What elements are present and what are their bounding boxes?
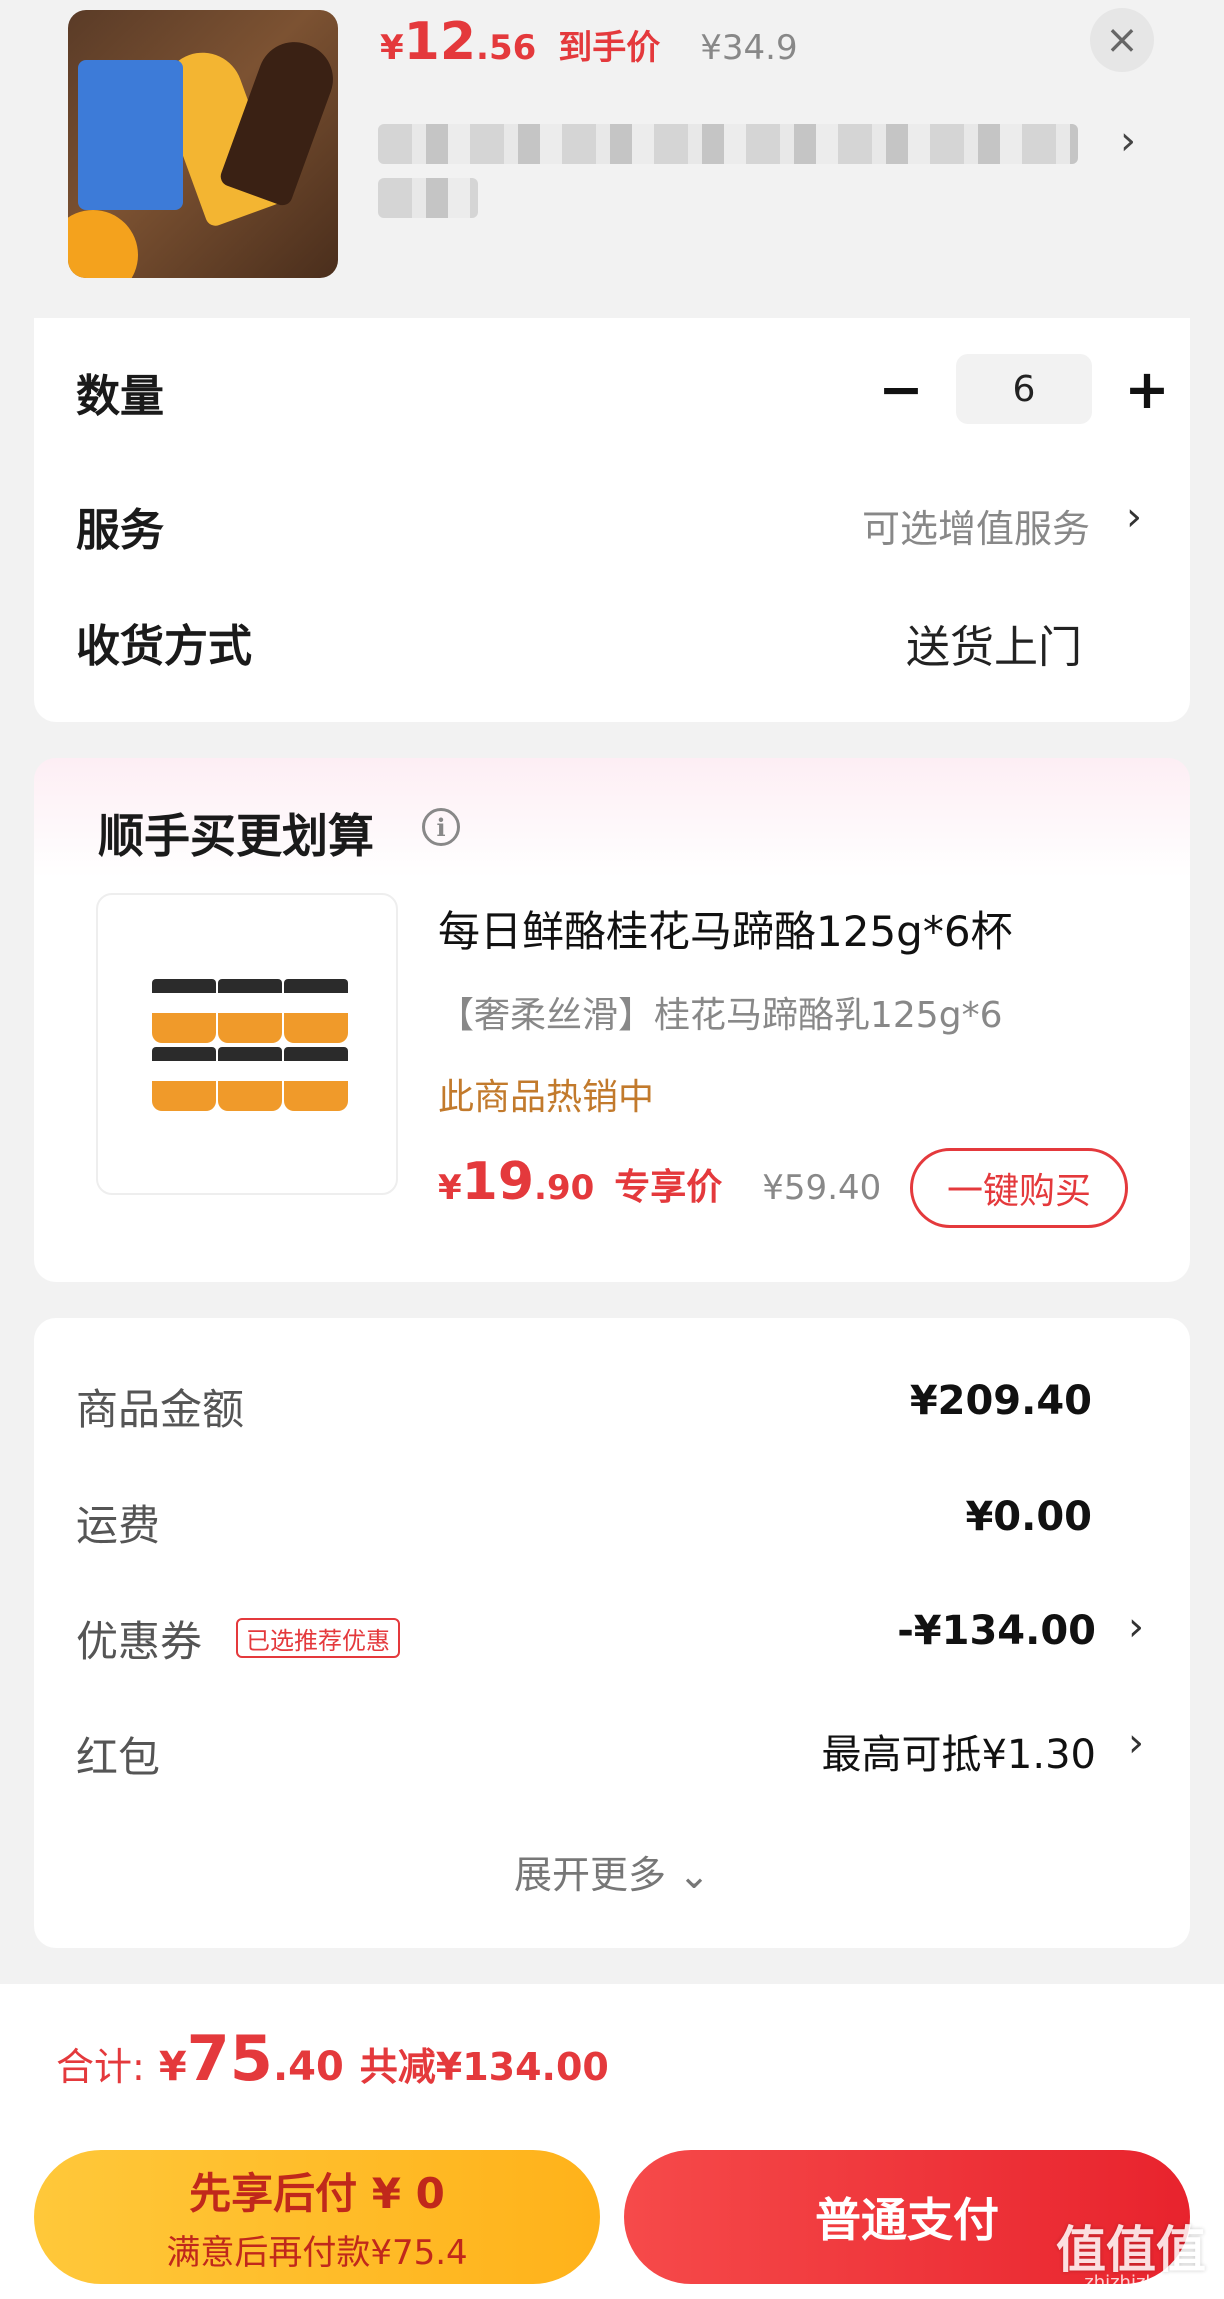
yogurt-cup bbox=[152, 979, 216, 1043]
goods-amount-label: 商品金额 bbox=[76, 1385, 245, 1434]
coupon-tag: 已选推荐优惠 bbox=[236, 1618, 400, 1658]
info-icon[interactable]: i bbox=[422, 808, 460, 846]
pay-later-title: 先享后付 ¥ 0 bbox=[189, 2169, 445, 2218]
redpacket-value[interactable]: 最高可抵¥1.30 bbox=[821, 1722, 1096, 1780]
total-label: 合计: bbox=[56, 2045, 145, 2089]
total-decimal: .40 bbox=[272, 2044, 344, 2090]
yogurt-cup bbox=[218, 979, 282, 1043]
total-saving: 共减¥134.00 bbox=[359, 2045, 609, 2089]
yogurt-cup bbox=[152, 1047, 216, 1111]
redpacket-label: 红包 bbox=[76, 1733, 161, 1782]
thumbnail-orange-slice bbox=[68, 210, 138, 278]
chevron-right-icon[interactable]: › bbox=[1128, 1720, 1144, 1766]
goods-amount-value: ¥209.40 bbox=[909, 1378, 1092, 1424]
quantity-input[interactable]: 6 bbox=[956, 354, 1092, 424]
price-tag: 专享价 bbox=[614, 1167, 723, 1208]
price-integer: 19 bbox=[461, 1152, 535, 1212]
watermark-url: zhizhizhi.com bbox=[1084, 2272, 1206, 2293]
payment-area: 先享后付 ¥ 0 满意后再付款¥75.4 普通支付 bbox=[0, 2134, 1224, 2299]
yogurt-cup bbox=[284, 979, 348, 1043]
expand-more-button[interactable]: 展开更多 ⌄ bbox=[34, 1844, 1190, 1899]
price-decimal: .90 bbox=[534, 1168, 595, 1208]
product-price: ¥ 12 .56 到手价 ¥34.9 bbox=[380, 12, 798, 72]
total-amount: 合计: ¥ 75 .40 共减¥134.00 bbox=[56, 2022, 609, 2095]
pay-later-subtitle: 满意后再付款¥75.4 bbox=[166, 2233, 468, 2273]
product-thumbnail[interactable] bbox=[68, 10, 338, 278]
delivery-value: 送货上门 bbox=[906, 622, 1082, 673]
recommendation-image[interactable] bbox=[96, 893, 398, 1195]
close-icon: × bbox=[1105, 17, 1139, 63]
shipping-value: ¥0.00 bbox=[965, 1494, 1092, 1540]
price-decimal: .56 bbox=[476, 28, 537, 68]
recommendation-name[interactable]: 每日鲜酪桂花马蹄酪125g*6杯 bbox=[438, 898, 1013, 959]
coupon-label: 优惠券 bbox=[76, 1617, 203, 1666]
original-price: ¥59.40 bbox=[762, 1168, 882, 1208]
blurred-title-line bbox=[378, 124, 1078, 164]
recommendation-hot-label: 此商品热销中 bbox=[438, 1077, 655, 1118]
service-label: 服务 bbox=[76, 505, 164, 556]
recommendation-price: ¥ 19 .90 专享价 ¥59.40 bbox=[438, 1152, 881, 1212]
recommendation-title: 顺手买更划算 bbox=[98, 809, 374, 863]
total-symbol: ¥ bbox=[158, 2044, 187, 2090]
price-integer: 12 bbox=[403, 12, 477, 72]
price-tag: 到手价 bbox=[558, 28, 661, 68]
thumbnail-promo-badge bbox=[78, 60, 183, 210]
recommendation-description: 【奢柔丝滑】桂花马蹄酪乳125g*6 bbox=[438, 995, 1003, 1036]
close-button[interactable]: × bbox=[1090, 8, 1154, 72]
chevron-right-icon[interactable]: › bbox=[1126, 494, 1142, 540]
one-click-buy-button[interactable]: 一键购买 bbox=[910, 1148, 1128, 1228]
price-symbol: ¥ bbox=[380, 28, 404, 68]
shipping-label: 运费 bbox=[76, 1501, 161, 1550]
quantity-stepper: − 6 + bbox=[876, 354, 1172, 424]
recommendation-card: 顺手买更划算 i 每日鲜酪桂花马蹄酪125g*6杯 【奢柔丝滑】桂花马蹄酪乳12… bbox=[34, 758, 1190, 1282]
coupon-value[interactable]: -¥134.00 bbox=[897, 1608, 1096, 1654]
chevron-right-icon[interactable]: › bbox=[1128, 1604, 1144, 1650]
order-options-card: 数量 − 6 + 服务 可选增值服务 › 收货方式 送货上门 bbox=[34, 318, 1190, 722]
yogurt-cup bbox=[284, 1047, 348, 1111]
yogurt-cup bbox=[218, 1047, 282, 1111]
decrease-quantity-button[interactable]: − bbox=[876, 358, 926, 421]
service-value[interactable]: 可选增值服务 bbox=[862, 498, 1090, 553]
increase-quantity-button[interactable]: + bbox=[1122, 358, 1172, 421]
product-header: ¥ 12 .56 到手价 ¥34.9 × › bbox=[0, 0, 1224, 290]
total-integer: 75 bbox=[186, 2022, 273, 2095]
price-summary-card: 商品金额 ¥209.40 运费 ¥0.00 优惠券 已选推荐优惠 -¥134.0… bbox=[34, 1318, 1190, 1948]
original-price: ¥34.9 bbox=[700, 28, 798, 68]
quantity-label: 数量 bbox=[76, 371, 164, 422]
total-bar: 合计: ¥ 75 .40 共减¥134.00 bbox=[0, 1984, 1224, 2134]
delivery-label: 收货方式 bbox=[76, 621, 252, 672]
product-title-blurred[interactable] bbox=[378, 112, 1078, 232]
pay-later-button[interactable]: 先享后付 ¥ 0 满意后再付款¥75.4 bbox=[34, 2150, 600, 2284]
blurred-title-line bbox=[378, 178, 478, 218]
chevron-right-icon[interactable]: › bbox=[1120, 118, 1136, 164]
price-symbol: ¥ bbox=[438, 1168, 462, 1208]
